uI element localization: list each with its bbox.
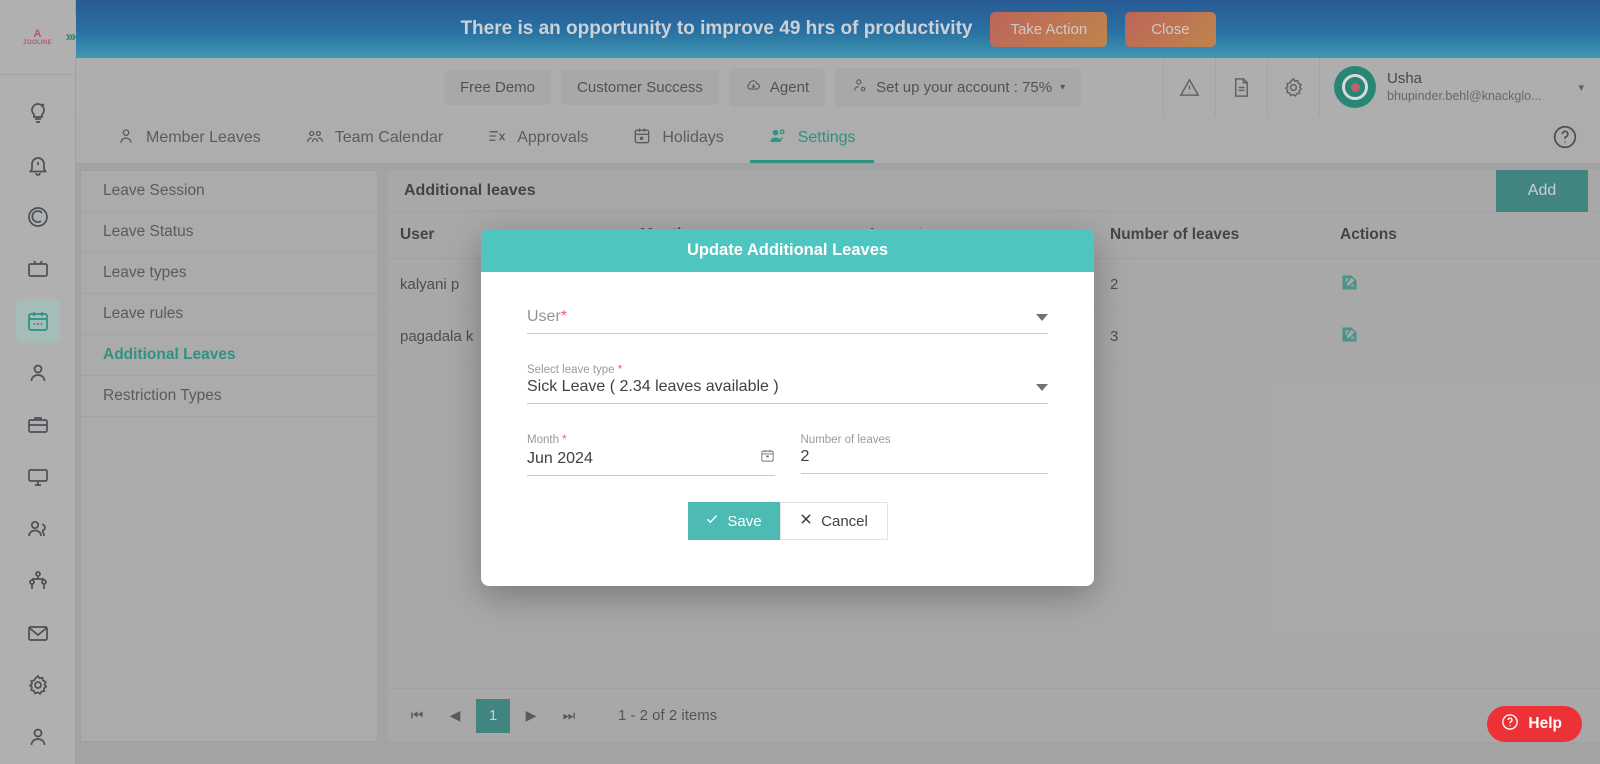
cancel-label: Cancel — [821, 512, 868, 530]
leave-type-label: Select leave type * — [527, 364, 623, 376]
user-select[interactable]: User* — [527, 308, 1048, 334]
dialog-header: Update Additional Leaves — [481, 229, 1094, 272]
month-field: Month * Jun 2024 — [527, 434, 775, 476]
required-asterisk: * — [617, 364, 623, 376]
user-dropdown-caret-icon[interactable] — [1036, 314, 1048, 321]
leave-type-field: Select leave type * Sick Leave ( 2.34 le… — [527, 364, 1048, 404]
required-asterisk: * — [562, 434, 567, 446]
calendar-picker-icon[interactable] — [760, 448, 775, 468]
app-root: A ZOOLINE ››› There is an opportunity to… — [0, 0, 1600, 764]
month-label: Month * — [527, 434, 567, 446]
month-and-number-row: Month * Jun 2024 Number of leaves 2 — [527, 434, 1048, 494]
help-widget-button[interactable]: Help — [1487, 706, 1582, 742]
number-of-leaves-label: Number of leaves — [800, 434, 891, 446]
help-widget-label: Help — [1528, 715, 1562, 732]
month-input[interactable]: Jun 2024 — [527, 448, 775, 476]
number-of-leaves-value: 2 — [800, 448, 810, 465]
cancel-button[interactable]: Cancel — [779, 502, 888, 540]
user-field: User* — [527, 308, 1048, 334]
help-question-circle-icon — [1501, 713, 1519, 736]
required-asterisk: * — [560, 308, 568, 325]
check-icon — [705, 512, 719, 530]
close-icon — [799, 512, 813, 530]
number-of-leaves-input[interactable]: 2 — [800, 448, 1048, 474]
number-of-leaves-field: Number of leaves 2 — [800, 434, 1048, 476]
leave-type-value: Sick Leave ( 2.34 leaves available ) — [527, 378, 779, 395]
dialog-actions: Save Cancel — [527, 494, 1048, 566]
month-value: Jun 2024 — [527, 450, 593, 467]
leave-type-dropdown-caret-icon[interactable] — [1036, 384, 1048, 391]
dialog-title: Update Additional Leaves — [686, 241, 889, 259]
update-additional-leaves-dialog: Update Additional Leaves User* Select le… — [481, 229, 1094, 586]
dialog-body: User* Select leave type * Sick Leave ( 2… — [481, 272, 1094, 586]
leave-type-select[interactable]: Sick Leave ( 2.34 leaves available ) — [527, 378, 1048, 404]
save-button[interactable]: Save — [687, 502, 780, 540]
user-placeholder: User* — [527, 308, 568, 325]
save-label: Save — [727, 512, 762, 530]
